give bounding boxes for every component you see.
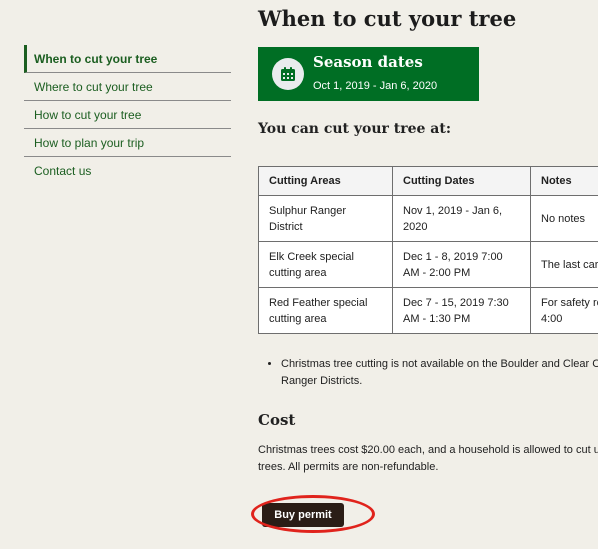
table-cell: For safety re area by 4:00: [530, 287, 598, 334]
table-cell: Dec 1 - 8, 2019 7:00 AM - 2:00 PM: [392, 241, 531, 288]
table-header-row: Cutting Areas Cutting Dates Notes: [258, 166, 598, 196]
availability-note-list: Christmas tree cutting is not available …: [258, 356, 598, 390]
table-row: Sulphur Ranger District Nov 1, 2019 - Ja…: [258, 195, 598, 242]
sidebar-item-when[interactable]: When to cut your tree: [24, 45, 231, 73]
sidebar-nav: When to cut your tree Where to cut your …: [24, 45, 231, 185]
table-header: Notes: [530, 166, 598, 196]
page-title: When to cut your tree: [258, 6, 517, 31]
sidebar-item-where[interactable]: Where to cut your tree: [24, 73, 231, 101]
table-row: Red Feather special cutting area Dec 7 -…: [258, 287, 598, 334]
sidebar-item-contact[interactable]: Contact us: [24, 157, 231, 185]
list-item: Christmas tree cutting is not available …: [281, 356, 598, 390]
table-cell: Dec 7 - 15, 2019 7:30 AM - 1:30 PM: [392, 287, 531, 334]
table-header: Cutting Areas: [258, 166, 393, 196]
cost-heading: Cost: [258, 411, 296, 429]
cutting-areas-table-wrap: Cutting Areas Cutting Dates Notes Sulphu…: [258, 166, 598, 336]
table-cell: Nov 1, 2019 - Jan 6, 2020: [392, 195, 531, 242]
season-dates: Oct 1, 2019 - Jan 6, 2020: [313, 80, 438, 92]
calendar-icon: [272, 58, 304, 90]
sidebar-item-plan-trip[interactable]: How to plan your trip: [24, 129, 231, 157]
table-cell: No notes: [530, 195, 598, 242]
table-row: Elk Creek special cutting area Dec 1 - 8…: [258, 241, 598, 288]
table-cell: Red Feather special cutting area: [258, 287, 393, 334]
cost-description: Christmas trees cost $20.00 each, and a …: [258, 444, 598, 473]
cutting-areas-table: Cutting Areas Cutting Dates Notes Sulphu…: [258, 166, 598, 334]
table-cell: Elk Creek special cutting area: [258, 241, 393, 288]
table-header: Cutting Dates: [392, 166, 531, 196]
buy-permit-button[interactable]: Buy permit: [262, 503, 344, 527]
cut-locations-heading: You can cut your tree at:: [258, 121, 451, 137]
table-cell: Sulphur Ranger District: [258, 195, 393, 242]
table-cell: The last car 2:00 PM: [530, 241, 598, 288]
season-dates-banner: Season dates Oct 1, 2019 - Jan 6, 2020: [258, 47, 479, 101]
sidebar-item-how[interactable]: How to cut your tree: [24, 101, 231, 129]
season-title: Season dates: [313, 53, 423, 71]
